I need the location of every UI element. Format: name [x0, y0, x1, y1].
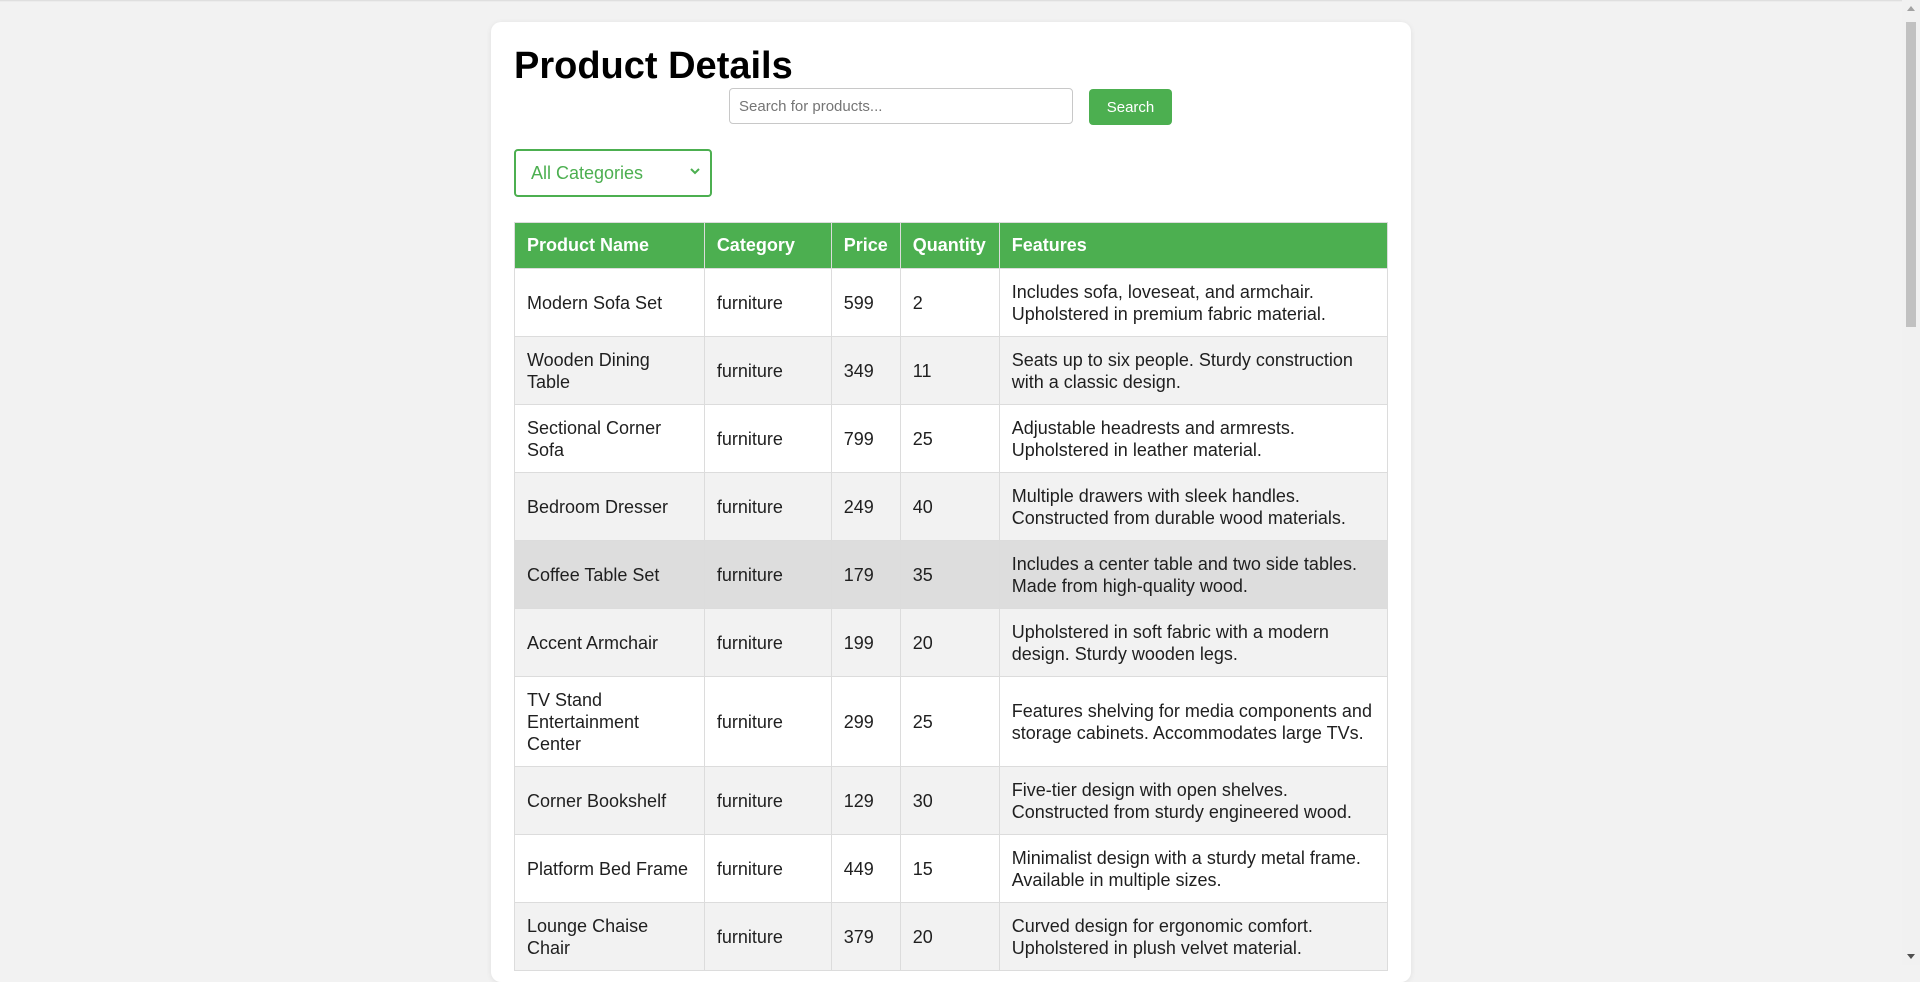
- cell-price: 179: [830, 540, 901, 609]
- cell-features: Features shelving for media components a…: [998, 676, 1389, 767]
- top-edge-shadow: [0, 0, 1902, 2]
- table-row[interactable]: Corner Bookshelf furniture 129 30 Five-t…: [514, 766, 1389, 835]
- cell-product-name: Sectional Corner Sofa: [514, 404, 705, 473]
- table-header-row: Product Name Category Price Quantity Fea…: [514, 222, 1389, 269]
- cell-category: furniture: [703, 676, 832, 767]
- cell-category: furniture: [703, 540, 832, 609]
- cell-quantity: 40: [899, 472, 1000, 541]
- cell-product-name: Corner Bookshelf: [514, 766, 705, 835]
- cell-quantity: 25: [899, 404, 1000, 473]
- table-row[interactable]: Lounge Chaise Chair furniture 379 20 Cur…: [514, 902, 1389, 971]
- table-row[interactable]: Modern Sofa Set furniture 599 2 Includes…: [514, 268, 1389, 337]
- cell-category: furniture: [703, 834, 832, 903]
- cell-quantity: 20: [899, 608, 1000, 677]
- table-row[interactable]: Accent Armchair furniture 199 20 Upholst…: [514, 608, 1389, 677]
- cell-features: Includes sofa, loveseat, and armchair. U…: [998, 268, 1389, 337]
- scroll-down-arrow-icon[interactable]: [1907, 954, 1915, 959]
- products-table: Product Name Category Price Quantity Fea…: [514, 222, 1389, 971]
- cell-features: Multiple drawers with sleek handles. Con…: [998, 472, 1389, 541]
- cell-price: 799: [830, 404, 901, 473]
- chevron-down-icon: [690, 168, 700, 175]
- cell-product-name: Coffee Table Set: [514, 540, 705, 609]
- search-input[interactable]: [729, 88, 1073, 124]
- cell-features: Upholstered in soft fabric with a modern…: [998, 608, 1389, 677]
- cell-category: furniture: [703, 472, 832, 541]
- product-card: Product Details Search All Categories Pr…: [491, 22, 1411, 982]
- cell-product-name: Accent Armchair: [514, 608, 705, 677]
- cell-product-name: TV Stand Entertainment Center: [514, 676, 705, 767]
- cell-quantity: 15: [899, 834, 1000, 903]
- table-row[interactable]: Sectional Corner Sofa furniture 799 25 A…: [514, 404, 1389, 473]
- scrollbar-thumb[interactable]: [1906, 22, 1916, 327]
- table-row[interactable]: Bedroom Dresser furniture 249 40 Multipl…: [514, 472, 1389, 541]
- cell-price: 199: [830, 608, 901, 677]
- cell-features: Seats up to six people. Sturdy construct…: [998, 336, 1389, 405]
- category-select[interactable]: All Categories: [514, 149, 712, 197]
- cell-quantity: 25: [899, 676, 1000, 767]
- cell-price: 599: [830, 268, 901, 337]
- cell-features: Adjustable headrests and armrests. Uphol…: [998, 404, 1389, 473]
- column-header-features[interactable]: Features: [998, 222, 1389, 269]
- cell-product-name: Bedroom Dresser: [514, 472, 705, 541]
- table-row[interactable]: Platform Bed Frame furniture 449 15 Mini…: [514, 834, 1389, 903]
- page-title: Product Details: [514, 45, 793, 87]
- search-button[interactable]: Search: [1089, 89, 1172, 125]
- column-header-category[interactable]: Category: [703, 222, 832, 269]
- cell-category: furniture: [703, 404, 832, 473]
- cell-price: 129: [830, 766, 901, 835]
- cell-price: 299: [830, 676, 901, 767]
- column-header-product-name[interactable]: Product Name: [514, 222, 705, 269]
- cell-product-name: Lounge Chaise Chair: [514, 902, 705, 971]
- cell-quantity: 2: [899, 268, 1000, 337]
- cell-category: furniture: [703, 336, 832, 405]
- column-header-quantity[interactable]: Quantity: [899, 222, 1000, 269]
- scroll-up-arrow-icon[interactable]: [1907, 6, 1915, 11]
- table-row-hovered[interactable]: Coffee Table Set furniture 179 35 Includ…: [514, 540, 1389, 609]
- cell-quantity: 35: [899, 540, 1000, 609]
- cell-category: furniture: [703, 608, 832, 677]
- cell-features: Curved design for ergonomic comfort. Uph…: [998, 902, 1389, 971]
- cell-product-name: Modern Sofa Set: [514, 268, 705, 337]
- category-select-value: All Categories: [531, 162, 644, 183]
- cell-features: Five-tier design with open shelves. Cons…: [998, 766, 1389, 835]
- cell-category: furniture: [703, 268, 832, 337]
- cell-price: 349: [830, 336, 901, 405]
- cell-quantity: 20: [899, 902, 1000, 971]
- cell-features: Includes a center table and two side tab…: [998, 540, 1389, 609]
- column-header-price[interactable]: Price: [830, 222, 901, 269]
- table-row[interactable]: Wooden Dining Table furniture 349 11 Sea…: [514, 336, 1389, 405]
- cell-features: Minimalist design with a sturdy metal fr…: [998, 834, 1389, 903]
- cell-quantity: 30: [899, 766, 1000, 835]
- cell-price: 249: [830, 472, 901, 541]
- cell-product-name: Platform Bed Frame: [514, 834, 705, 903]
- page-scrollbar[interactable]: [1902, 0, 1920, 965]
- cell-price: 449: [830, 834, 901, 903]
- cell-category: furniture: [703, 902, 832, 971]
- cell-product-name: Wooden Dining Table: [514, 336, 705, 405]
- cell-price: 379: [830, 902, 901, 971]
- cell-category: furniture: [703, 766, 832, 835]
- table-row[interactable]: TV Stand Entertainment Center furniture …: [514, 676, 1389, 767]
- cell-quantity: 11: [899, 336, 1000, 405]
